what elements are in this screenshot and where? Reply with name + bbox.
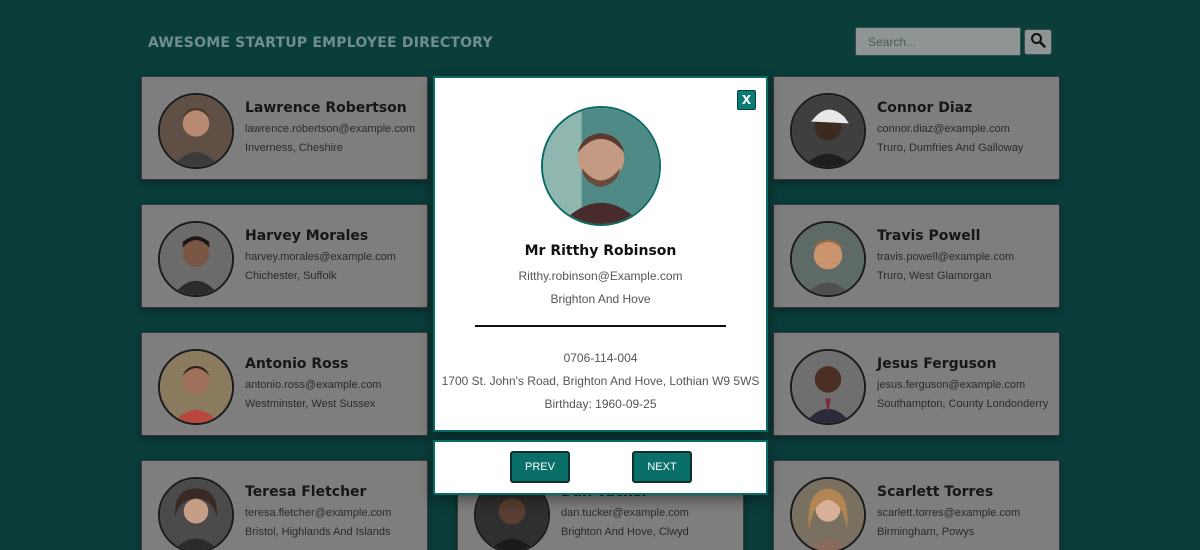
employee-location: Inverness, Cheshire (245, 142, 343, 154)
modal-phone: 0706-114-004 (563, 351, 638, 365)
modal-name: Mr Ritthy Robinson (524, 243, 677, 259)
modal-city: Brighton And Hove (550, 292, 651, 306)
avatar (790, 93, 866, 169)
avatar (158, 93, 234, 169)
employee-detail-modal: X Mr Ritthy Robinson Ritthy.robinson@Exa… (433, 76, 768, 432)
search-icon (1030, 32, 1046, 52)
employee-name: Lawrence Robertson (245, 100, 407, 116)
employee-name: Travis Powell (877, 228, 981, 244)
employee-card[interactable]: Connor Diaz connor.diaz@example.com Trur… (773, 76, 1060, 180)
modal-address: 1700 St. John's Road, Brighton And Hove,… (441, 374, 760, 388)
employee-email: jesus.ferguson@example.com (877, 379, 1026, 391)
employee-name: Jesus Ferguson (877, 356, 997, 372)
employee-card[interactable]: Scarlett Torres scarlett.torres@example.… (773, 460, 1060, 550)
employee-card[interactable]: Travis Powell travis.powell@example.com … (773, 204, 1060, 308)
avatar (158, 221, 234, 297)
search-button[interactable] (1024, 29, 1052, 55)
next-button[interactable]: NEXT (632, 451, 692, 483)
modal-email: Ritthy.robinson@Example.com (518, 269, 683, 283)
modal-avatar (541, 106, 661, 226)
modal-birthday: Birthday: 1960-09-25 (544, 397, 657, 411)
close-button[interactable]: X (737, 90, 756, 110)
employee-email: lawrence.robertson@example.com (245, 123, 416, 135)
employee-location: Truro, Dumfries And Galloway (877, 142, 1024, 154)
page-title: AWESOME STARTUP EMPLOYEE DIRECTORY (148, 35, 493, 51)
prev-button[interactable]: PREV (510, 451, 570, 483)
employee-email: antonio.ross@example.com (245, 379, 382, 391)
employee-email: harvey.morales@example.com (245, 251, 396, 263)
employee-location: Southampton, County Londonderry (877, 398, 1049, 410)
employee-location: Birmingham, Powys (877, 526, 975, 538)
employee-location: Chichester, Suffolk (245, 270, 337, 282)
avatar (790, 221, 866, 297)
employee-location: Brighton And Hove, Clwyd (561, 526, 689, 538)
search-input[interactable] (855, 27, 1021, 56)
avatar (790, 349, 866, 425)
employee-name: Scarlett Torres (877, 484, 994, 500)
employee-card[interactable]: Jesus Ferguson jesus.ferguson@example.co… (773, 332, 1060, 436)
employee-location: Truro, West Glamorgan (877, 270, 992, 282)
employee-email: teresa.fletcher@example.com (245, 507, 392, 519)
employee-card[interactable]: Lawrence Robertson lawrence.robertson@ex… (141, 76, 428, 180)
employee-email: travis.powell@example.com (877, 251, 1015, 263)
employee-name: Harvey Morales (245, 228, 369, 244)
employee-name: Antonio Ross (245, 356, 349, 372)
employee-card[interactable]: Harvey Morales harvey.morales@example.co… (141, 204, 428, 308)
avatar (158, 477, 234, 550)
modal-nav-bar: PREV NEXT (433, 440, 768, 495)
avatar (790, 477, 866, 550)
employee-email: dan.tucker@example.com (561, 507, 689, 519)
modal-divider (475, 325, 726, 327)
employee-name: Connor Diaz (877, 100, 973, 116)
employee-card[interactable]: Teresa Fletcher teresa.fletcher@example.… (141, 460, 428, 550)
employee-email: scarlett.torres@example.com (877, 507, 1021, 519)
employee-location: Westminster, West Sussex (245, 398, 376, 410)
employee-email: connor.diaz@example.com (877, 123, 1010, 135)
employee-name: Teresa Fletcher (245, 484, 367, 500)
avatar (158, 349, 234, 425)
employee-location: Bristol, Highlands And Islands (245, 526, 391, 538)
employee-card[interactable]: Antonio Ross antonio.ross@example.com We… (141, 332, 428, 436)
